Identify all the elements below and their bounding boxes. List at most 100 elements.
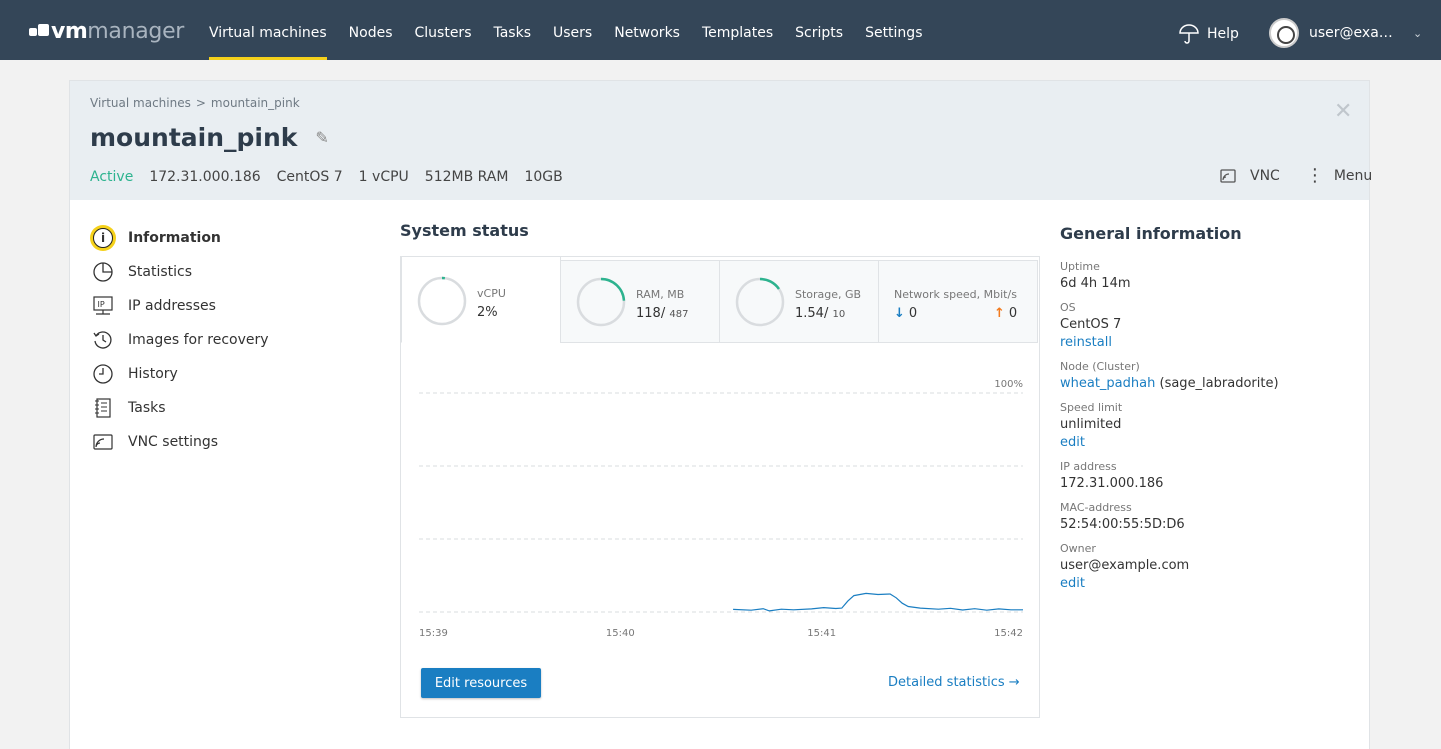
nav-settings[interactable]: Settings [865,0,922,60]
x-tick-label: 15:41 [807,628,836,639]
help-label: Help [1207,26,1239,42]
os-value: CentOS 7 [1060,317,1122,332]
storage-value: 1.54/ [795,306,829,321]
cluster-name: (sage_labradorite) [1159,376,1279,391]
x-tick-label: 15:42 [994,628,1023,639]
svg-text:IP: IP [98,300,105,309]
node-link[interactable]: wheat_padhah [1060,376,1155,391]
detailed-statistics-link[interactable]: Detailed statistics → [888,675,1020,690]
header-actions: VNC ⋮ Menu [1220,165,1373,186]
ip-label: IP address [1060,460,1117,473]
network-up-value: 0 [1008,306,1018,321]
speed-limit-label: Speed limit [1060,401,1123,414]
side-item-tasks[interactable]: Tasks [90,391,269,425]
clock-icon [90,361,116,387]
owner-label: Owner [1060,542,1096,555]
card-storage[interactable]: Storage, GB 1.54/ 10 [719,260,879,343]
restore-icon [90,327,116,353]
arrow-up-icon: ↑ [994,306,1005,321]
nav-users[interactable]: Users [553,0,592,60]
mac-label: MAC-address [1060,501,1132,514]
side-item-vnc-settings[interactable]: VNC settings [90,425,269,459]
page-title: mountain_pink ✎ [90,123,329,152]
owner-edit-link[interactable]: edit [1060,576,1350,591]
edit-resources-button[interactable]: Edit resources [421,668,541,698]
vnc-label: VNC [1250,168,1280,184]
x-tick-label: 15:39 [419,628,448,639]
nav-virtual-machines[interactable]: Virtual machines [209,0,327,60]
ram-value: 118/ [636,306,666,321]
vnc-icon [90,429,116,455]
side-item-images-for-recovery[interactable]: Images for recovery [90,323,269,357]
arrow-down-icon: ↓ [894,306,905,321]
nav-templates[interactable]: Templates [702,0,773,60]
uptime-label: Uptime [1060,260,1100,273]
side-item-label: History [128,366,178,382]
tasks-icon [90,395,116,421]
breadcrumb-current: mountain_pink [210,96,300,110]
card-vcpu[interactable]: vCPU 2% [401,257,561,343]
network-down: ↓ 0 [894,306,917,321]
vm-cpu: 1 vCPU [358,169,409,185]
side-item-history[interactable]: History [90,357,269,391]
side-menu: i Information Statistics IP IP addresses… [90,221,269,459]
card-network[interactable]: Network speed, Mbit/s ↓ 0 ↑ 0 [878,260,1038,343]
storage-value-wrap: 1.54/ 10 [795,306,845,321]
vnc-button[interactable]: VNC [1220,168,1280,184]
ram-gauge [576,277,626,327]
help-button[interactable]: Help [1179,24,1239,44]
side-item-label: VNC settings [128,434,219,450]
vm-name: mountain_pink [90,123,298,152]
menu-button[interactable]: ⋮ Menu [1305,165,1373,186]
side-item-label: IP addresses [128,298,216,314]
card-ram[interactable]: RAM, MB 118/ 487 [560,260,720,343]
user-menu[interactable]: user@example.com ⌄ [1269,18,1422,48]
reinstall-link[interactable]: reinstall [1060,335,1350,350]
nav-scripts[interactable]: Scripts [795,0,843,60]
nav-tasks[interactable]: Tasks [493,0,531,60]
side-item-ip-addresses[interactable]: IP IP addresses [90,289,269,323]
nav-networks[interactable]: Networks [614,0,680,60]
pencil-icon[interactable]: ✎ [315,128,328,147]
x-tick-label: 15:40 [606,628,635,639]
vcpu-gauge [417,276,467,326]
top-navigation-bar: vm manager Virtual machines Nodes Cluster… [0,0,1441,60]
side-item-statistics[interactable]: Statistics [90,255,269,289]
speed-limit-value: unlimited [1060,417,1122,432]
vcpu-label: vCPU [477,287,506,300]
pie-chart-icon [90,259,116,285]
side-item-label: Images for recovery [128,332,269,348]
ram-label: RAM, MB [636,288,685,301]
mac-value: 52:54:00:55:5D:D6 [1060,517,1185,532]
chevron-down-icon: ⌄ [1413,26,1423,40]
vm-ip: 172.31.000.186 [149,169,261,185]
resource-cards: vCPU 2% RAM, MB 118/ 487 Storage, GB 1.5… [401,257,1038,343]
os-label: OS [1060,301,1076,314]
ip-value: 172.31.000.186 [1060,476,1164,491]
logo-prefix: vm [51,18,88,44]
vm-panel: Virtual machines > mountain_pink ✕ mountai… [69,80,1373,749]
series-line [733,592,1023,612]
vmmanager-logo[interactable]: vm manager [29,18,184,44]
nav-nodes[interactable]: Nodes [349,0,393,60]
vm-summary: Active 172.31.000.186 CentOS 7 1 vCPU 51… [90,169,579,185]
vm-header: Virtual machines > mountain_pink ✕ mountai… [70,81,1373,200]
speed-edit-link[interactable]: edit [1060,435,1350,450]
close-icon[interactable]: ✕ [1334,99,1352,124]
side-item-information[interactable]: i Information [90,221,269,255]
system-status-panel: vCPU 2% RAM, MB 118/ 487 Storage, GB 1.5… [400,256,1040,718]
breadcrumb-parent[interactable]: Virtual machines [90,96,191,110]
usage-chart: 100% 15:39 15:40 15:41 15:42 [419,379,1023,639]
menu-label: Menu [1333,168,1373,184]
owner-value: user@example.com [1060,558,1190,573]
logo-suffix: manager [87,18,185,44]
vcpu-value: 2% [477,305,498,320]
breadcrumb: Virtual machines > mountain_pink [90,96,300,110]
node-label: Node (Cluster) [1060,360,1140,373]
kebab-icon: ⋮ [1305,165,1324,186]
network-label: Network speed, Mbit/s [894,288,1017,301]
vm-os: CentOS 7 [276,169,343,185]
nav-clusters[interactable]: Clusters [415,0,472,60]
side-item-label: Statistics [128,264,192,280]
storage-label: Storage, GB [795,288,862,301]
